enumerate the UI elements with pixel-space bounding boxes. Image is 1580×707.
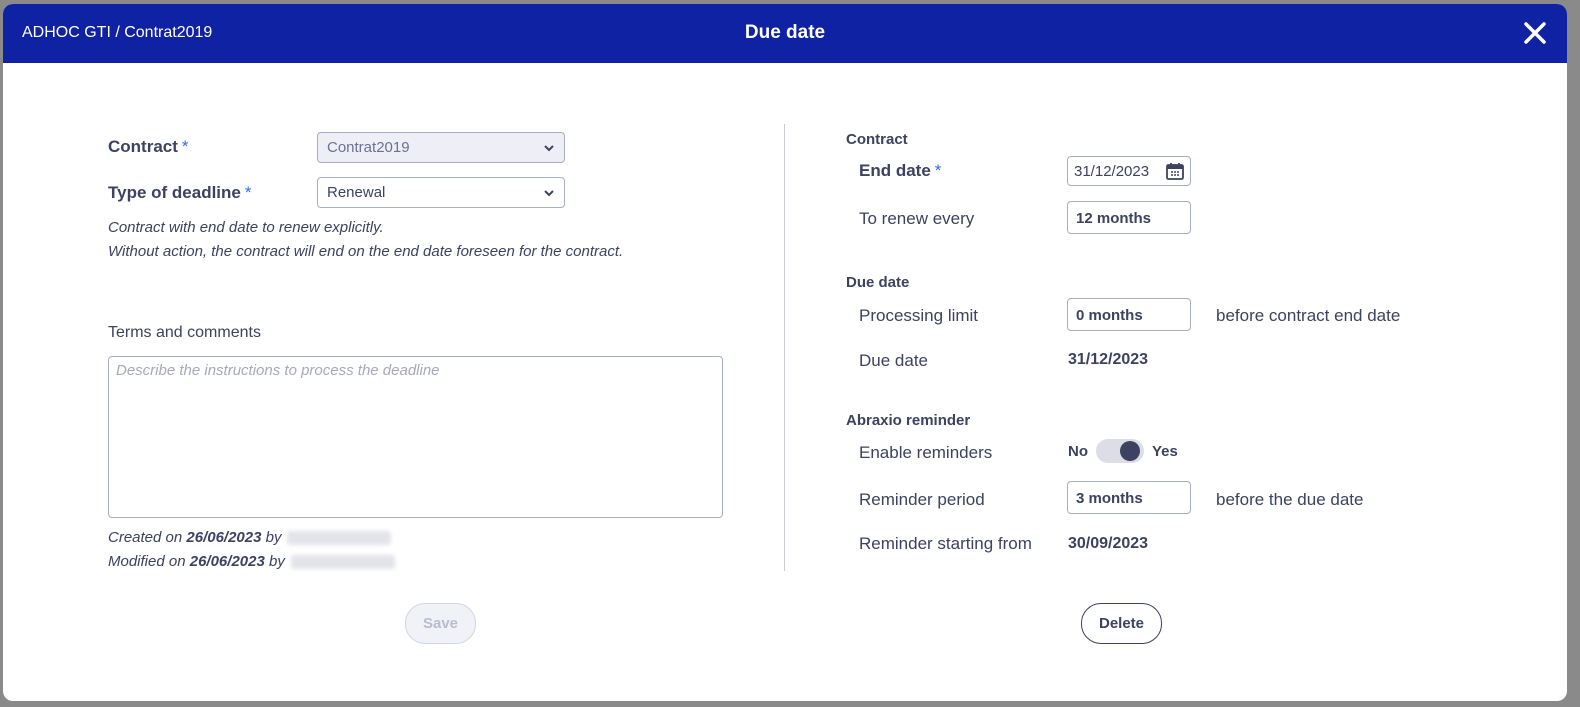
reminder-start-value: 30/09/2023 (1068, 535, 1149, 552)
modified-by-user (290, 555, 395, 570)
reminder-start-label: Reminder starting from (859, 534, 1032, 553)
created-by-user (287, 531, 392, 546)
deadline-type-label: Type of deadline * (108, 183, 252, 202)
modal-title: Due date (744, 22, 826, 43)
due-date-value: 31/12/2023 (1068, 351, 1149, 368)
processing-limit-label: Processing limit (859, 306, 979, 325)
enable-reminders-toggle-group: No Yes (1068, 439, 1178, 463)
contract-select-value: Contrat2019 (327, 139, 410, 156)
terms-label: Terms and comments (108, 324, 261, 341)
modal-header: ADHOC GTI / Contrat2019 Due date (3, 4, 1567, 63)
created-info: Created on 26/06/2023 by (108, 529, 392, 546)
end-date-input[interactable]: 31/12/2023 (1067, 156, 1191, 186)
column-divider (784, 124, 785, 571)
enable-reminders-toggle[interactable] (1096, 439, 1144, 463)
due-date-section-title: Due date (846, 274, 910, 291)
modified-info: Modified on 26/06/2023 by (108, 553, 395, 570)
due-date-label: Due date (859, 351, 928, 370)
enable-reminders-label: Enable reminders (859, 443, 993, 462)
close-button[interactable] (1521, 19, 1549, 47)
contract-section-title: Contract (846, 131, 908, 148)
save-button[interactable]: Save (405, 603, 476, 644)
end-date-value: 31/12/2023 (1074, 162, 1150, 180)
toggle-no-label: No (1068, 442, 1088, 460)
toggle-yes-label: Yes (1152, 442, 1178, 460)
close-icon (1524, 22, 1546, 44)
reminder-section-title: Abraxio reminder (846, 412, 971, 429)
delete-button[interactable]: Delete (1081, 603, 1162, 644)
processing-limit-suffix: before contract end date (1216, 306, 1401, 325)
processing-limit-input[interactable]: 0 months (1067, 298, 1191, 331)
toggle-knob (1120, 441, 1140, 461)
contract-select[interactable]: Contrat2019 (317, 132, 565, 163)
terms-textarea[interactable]: Describe the instructions to process the… (108, 356, 723, 518)
calendar-icon[interactable] (1166, 162, 1184, 180)
renew-period-input[interactable]: 12 months (1067, 201, 1191, 234)
deadline-type-select-value: Renewal (327, 184, 386, 201)
deadline-type-hint: Contract with end date to renew explicit… (108, 219, 624, 260)
due-date-modal: ADHOC GTI / Contrat2019 Due date Contrac… (3, 4, 1567, 701)
terms-placeholder: Describe the instructions to process the… (116, 362, 440, 379)
reminder-period-suffix: before the due date (1216, 490, 1364, 509)
renew-label: To renew every (859, 209, 975, 228)
reminder-period-input[interactable]: 3 months (1067, 481, 1191, 514)
deadline-type-select[interactable]: Renewal (317, 177, 565, 208)
end-date-label: End date * (859, 161, 942, 180)
contract-label: Contract * (108, 137, 189, 156)
chevron-down-icon (544, 144, 554, 151)
chevron-down-icon (544, 189, 554, 196)
reminder-period-label: Reminder period (859, 490, 985, 509)
